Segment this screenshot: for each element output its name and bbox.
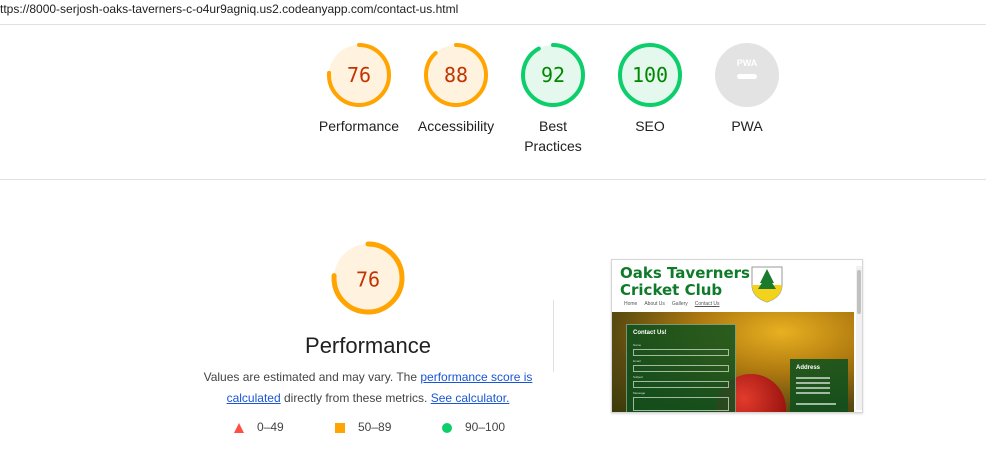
gauge-seo[interactable]: 100 SEO (595, 42, 705, 136)
address-line (796, 382, 830, 384)
address-line (796, 387, 830, 389)
site-hero: Contact Us! Name Email Subject Message A… (612, 312, 854, 412)
desc-text-1: Values are estimated and may vary. The (203, 370, 421, 384)
form-label-message: Message (633, 391, 646, 395)
score-gauge: 100 (618, 43, 682, 107)
form-label-subject: Subject (633, 375, 644, 379)
gauge-pwa[interactable]: PWA PWA (692, 42, 802, 136)
score-gauge: PWA (715, 43, 779, 107)
section-divider (0, 179, 986, 180)
form-label-name: Name (633, 343, 642, 347)
score-gauge: 92 (521, 43, 585, 107)
url-bar[interactable]: ttps://8000-serjosh-oaks-taverners-c-o4u… (0, 0, 986, 25)
form-field-message (633, 397, 729, 411)
site-header: Oaks Taverners Cricket Club Home About Us… (612, 260, 854, 312)
score-gauge: 88 (424, 43, 488, 107)
gauge-accessibility[interactable]: 88 Accessibility (401, 42, 511, 136)
form-field-subject (633, 381, 729, 388)
gauge-score: 88 (444, 63, 468, 87)
nav-home: Home (624, 301, 638, 307)
performance-summary: 76 Performance Values are estimated and … (200, 240, 536, 409)
scrollbar-thumb[interactable] (857, 270, 861, 314)
performance-title: Performance (305, 333, 431, 358)
url-text: ttps://8000-serjosh-oaks-taverners-c-o4u… (0, 2, 459, 16)
address-title: Address (796, 365, 821, 371)
gauge-label: Accessibility (417, 118, 495, 134)
desc-text-2: directly from these metrics. (280, 391, 431, 405)
gauge-performance[interactable]: 76 Performance (304, 42, 414, 136)
gauge-label: PWA (731, 118, 763, 134)
legend-pass: 90–100 (441, 420, 505, 434)
gauge-best-practices[interactable]: 92 Best Practices (498, 42, 608, 156)
gauge-label: Performance (318, 118, 400, 134)
nav-about: About Us (644, 301, 665, 307)
form-field-name (633, 349, 729, 356)
performance-description: Values are estimated and may vary. The p… (200, 367, 536, 409)
gauge-label: SEO (635, 118, 665, 134)
club-crest-icon (751, 266, 783, 303)
nav-contact: Contact Us (694, 301, 720, 307)
gauge-score: 76 (356, 268, 380, 292)
score-gauge: 76 (327, 43, 391, 107)
gauge-score: 100 (632, 63, 668, 87)
category-gauges: 76 Performance 88 Accessibility 92 Best Pract… (0, 42, 986, 172)
gauge-score: 76 (347, 63, 371, 87)
gauge-label: Best Practices (524, 118, 582, 154)
final-screenshot[interactable]: Oaks Taverners Cricket Club Home About Us… (611, 259, 863, 413)
contact-form-title: Contact Us! (633, 330, 667, 336)
pwa-dash-icon (737, 74, 757, 79)
pwa-badge-text: PWA (737, 58, 758, 68)
triangle-icon (234, 422, 244, 433)
circle-icon (442, 422, 452, 433)
performance-gauge: 76 (331, 241, 405, 315)
legend-average: 50–89 (334, 420, 391, 434)
legend-average-label: 50–89 (358, 420, 392, 434)
legend-pass-label: 90–100 (465, 420, 506, 434)
address-line (796, 392, 830, 394)
gauge-score: 92 (541, 63, 565, 87)
preview-scrollbar[interactable] (856, 266, 862, 410)
square-icon (335, 422, 345, 433)
legend-fail: 0–49 (233, 420, 284, 434)
form-label-email: Email (633, 359, 641, 363)
contact-form-preview: Contact Us! Name Email Subject Message (626, 324, 736, 412)
vertical-divider (553, 300, 554, 372)
address-line (796, 403, 836, 405)
address-preview: Address (790, 359, 848, 412)
legend-fail-label: 0–49 (257, 420, 284, 434)
address-line (796, 377, 830, 379)
see-calculator-link[interactable]: See calculator. (431, 391, 510, 405)
nav-gallery: Gallery (671, 301, 688, 307)
site-nav: Home About Us Gallery Contact Us (624, 301, 727, 307)
form-field-email (633, 365, 729, 372)
club-name: Oaks Taverners Cricket Club (620, 264, 750, 299)
